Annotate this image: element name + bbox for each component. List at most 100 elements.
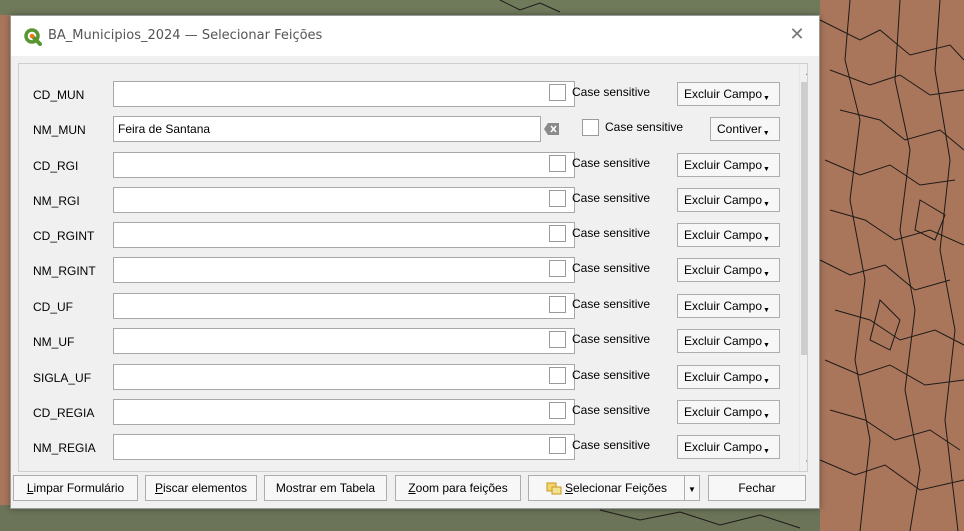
case-sensitive-checkbox[interactable]: [549, 84, 566, 101]
filter-mode-label: Excluir Campo: [684, 299, 763, 313]
field-row-cd-rgi: CD_RGI Case sensitive Excluir Campo▼: [19, 152, 789, 180]
field-value-input[interactable]: [113, 293, 575, 319]
field-label: NM_UF: [33, 335, 75, 349]
filter-mode-button[interactable]: Excluir Campo▼: [677, 258, 780, 282]
filter-mode-button[interactable]: Contiver▼: [710, 117, 780, 141]
field-label: NM_MUN: [33, 123, 86, 137]
field-value-input[interactable]: [113, 399, 575, 425]
field-label: CD_RGINT: [33, 229, 95, 243]
field-value-input[interactable]: [113, 434, 575, 460]
field-row-cd-mun: CD_MUN Case sensitive Excluir Campo▼: [19, 81, 789, 109]
scroll-up-icon[interactable]: ▲: [800, 64, 807, 81]
close-button[interactable]: Fechar: [708, 475, 806, 501]
filter-mode-label: Excluir Campo: [684, 440, 763, 454]
filter-mode-button[interactable]: Excluir Campo▼: [677, 223, 780, 247]
case-sensitive-checkbox[interactable]: [549, 437, 566, 454]
select-features-icon: [546, 482, 562, 495]
filter-mode-label: Contiver: [717, 122, 762, 136]
field-value-input[interactable]: [113, 328, 575, 354]
field-value-input[interactable]: [113, 187, 575, 213]
field-value-input[interactable]: [113, 81, 575, 107]
filter-mode-button[interactable]: Excluir Campo▼: [677, 82, 780, 106]
case-sensitive-label: Case sensitive: [572, 226, 651, 240]
filter-mode-button[interactable]: Excluir Campo▼: [677, 188, 780, 212]
case-sensitive-label: Case sensitive: [572, 368, 651, 382]
field-label: NM_RGINT: [33, 264, 96, 278]
filter-mode-button[interactable]: Excluir Campo▼: [677, 435, 780, 459]
case-sensitive-label: Case sensitive: [572, 191, 651, 205]
close-window-button[interactable]: ✕: [785, 24, 809, 48]
chevron-down-icon: ▼: [763, 307, 770, 314]
case-sensitive-label: Case sensitive: [572, 438, 651, 452]
field-row-sigla-uf: SIGLA_UF Case sensitive Excluir Campo▼: [19, 364, 789, 392]
case-sensitive-checkbox[interactable]: [549, 260, 566, 277]
field-label: CD_RGI: [33, 159, 79, 173]
case-sensitive-checkbox[interactable]: [549, 331, 566, 348]
case-sensitive-label: Case sensitive: [572, 156, 651, 170]
field-value-input[interactable]: [113, 152, 575, 178]
filter-mode-label: Excluir Campo: [684, 87, 763, 101]
case-sensitive-checkbox[interactable]: [549, 402, 566, 419]
chevron-down-icon: ▼: [763, 342, 770, 349]
chevron-down-icon: ▼: [763, 166, 770, 173]
field-row-nm-uf: NM_UF Case sensitive Excluir Campo▼: [19, 328, 789, 356]
case-sensitive-checkbox[interactable]: [549, 367, 566, 384]
fields-panel: CD_MUN Case sensitive Excluir Campo▼ NM_MUN…: [18, 63, 808, 472]
filter-mode-label: Excluir Campo: [684, 228, 763, 242]
field-row-nm-mun: NM_MUN Feira de Santana Case sensitive Cont…: [19, 116, 789, 144]
field-label: NM_REGIA: [33, 441, 96, 455]
case-sensitive-checkbox[interactable]: [582, 119, 599, 136]
field-row-cd-rgint: CD_RGINT Case sensitive Excluir Campo▼: [19, 222, 789, 250]
chevron-down-icon: ▼: [763, 378, 770, 385]
chevron-down-icon: ▼: [688, 485, 696, 494]
field-row-nm-rgint: NM_RGINT Case sensitive Excluir Campo▼: [19, 257, 789, 285]
filter-mode-label: Excluir Campo: [684, 158, 763, 172]
field-value-input[interactable]: Feira de Santana: [113, 116, 541, 142]
filter-mode-label: Excluir Campo: [684, 193, 763, 207]
filter-mode-label: Excluir Campo: [684, 263, 763, 277]
scroll-down-icon[interactable]: ▼: [800, 454, 807, 471]
flash-features-button[interactable]: Piscar elementos: [145, 475, 257, 501]
select-features-dialog: BA_Municipios_2024 — Selecionar Feições …: [10, 15, 820, 509]
filter-mode-button[interactable]: Excluir Campo▼: [677, 153, 780, 177]
title-bar: BA_Municipios_2024 — Selecionar Feições …: [11, 16, 819, 56]
clear-form-button[interactable]: Limpar Formulário: [13, 475, 138, 501]
filter-mode-button[interactable]: Excluir Campo▼: [677, 294, 780, 318]
case-sensitive-checkbox[interactable]: [549, 155, 566, 172]
field-value-input[interactable]: [113, 257, 575, 283]
filter-mode-button[interactable]: Excluir Campo▼: [677, 400, 780, 424]
field-label: CD_MUN: [33, 88, 85, 102]
chevron-down-icon: ▼: [763, 271, 770, 278]
case-sensitive-checkbox[interactable]: [549, 190, 566, 207]
chevron-down-icon: ▼: [763, 413, 770, 420]
case-sensitive-label: Case sensitive: [572, 85, 651, 99]
show-in-table-button[interactable]: Mostrar em Tabela: [264, 475, 387, 501]
field-label: NM_RGI: [33, 194, 80, 208]
clear-input-icon[interactable]: [544, 123, 560, 135]
window-title: BA_Municipios_2024 — Selecionar Feições: [48, 28, 323, 43]
chevron-down-icon: ▼: [763, 448, 770, 455]
filter-mode-label: Excluir Campo: [684, 370, 763, 384]
case-sensitive-label: Case sensitive: [572, 297, 651, 311]
case-sensitive-checkbox[interactable]: [549, 225, 566, 242]
zoom-to-features-button[interactable]: Zoom para feições: [395, 475, 521, 501]
field-row-cd-regia: CD_REGIA Case sensitive Excluir Campo▼: [19, 399, 789, 427]
case-sensitive-checkbox[interactable]: [549, 296, 566, 313]
filter-mode-button[interactable]: Excluir Campo▼: [677, 365, 780, 389]
field-row-nm-regia: NM_REGIA Case sensitive Excluir Campo▼: [19, 434, 789, 462]
qgis-logo-icon: [24, 28, 42, 46]
select-options-dropdown[interactable]: ▼: [684, 475, 700, 501]
case-sensitive-label: Case sensitive: [605, 120, 684, 134]
case-sensitive-label: Case sensitive: [572, 332, 651, 346]
field-label: SIGLA_UF: [33, 371, 92, 385]
chevron-down-icon: ▼: [762, 130, 770, 137]
chevron-down-icon: ▼: [763, 236, 770, 243]
field-row-cd-uf: CD_UF Case sensitive Excluir Campo▼: [19, 293, 789, 321]
case-sensitive-label: Case sensitive: [572, 261, 651, 275]
filter-mode-button[interactable]: Excluir Campo▼: [677, 329, 780, 353]
field-value-input[interactable]: [113, 364, 575, 390]
select-features-button[interactable]: Selecionar Feições: [528, 475, 685, 501]
vertical-scrollbar[interactable]: ▲ ▼: [799, 64, 807, 471]
scroll-thumb[interactable]: [801, 82, 807, 355]
field-value-input[interactable]: [113, 222, 575, 248]
